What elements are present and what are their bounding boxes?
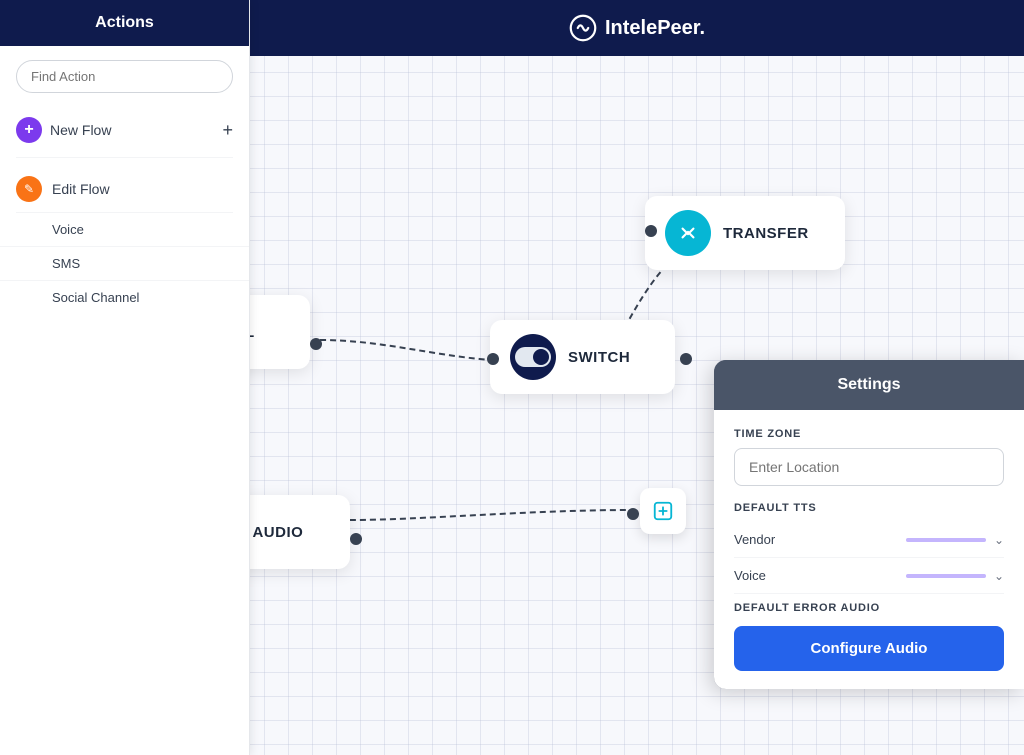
switch-label: SWITCH	[568, 349, 630, 366]
logo-icon	[569, 14, 597, 42]
settings-body: TIME ZONE DEFAULT TTS Vendor ⌄ Voice ⌄ D…	[714, 410, 1024, 689]
default-error-label: DEFAULT ERROR AUDIO	[734, 602, 1004, 614]
edit-flow-icon: ✎	[16, 176, 42, 202]
logo: IntelePeer.	[569, 14, 705, 42]
sidebar-title: Actions	[95, 14, 154, 32]
vendor-right: ⌄	[906, 533, 1004, 547]
switch-toggle	[515, 347, 551, 367]
vendor-chevron-icon[interactable]: ⌄	[994, 533, 1004, 547]
default-tts-label: DEFAULT TTS	[734, 502, 1004, 514]
vendor-label: Vendor	[734, 532, 775, 547]
settings-panel: Settings TIME ZONE DEFAULT TTS Vendor ⌄ …	[714, 360, 1024, 689]
playaudio-dot-right	[350, 533, 362, 545]
configure-audio-button[interactable]: Configure Audio	[734, 626, 1004, 671]
switch-dot-right	[680, 353, 692, 365]
voice-label: Voice	[734, 568, 766, 583]
sidebar-search-container	[0, 46, 249, 107]
transfer-icon	[665, 210, 711, 256]
settings-title: Settings	[837, 376, 900, 393]
transfer-node[interactable]: TRANSFER	[645, 196, 845, 270]
timezone-label: TIME ZONE	[734, 428, 1004, 440]
new-flow-row[interactable]: + New Flow +	[0, 107, 249, 157]
transfer-label: TRANSFER	[723, 225, 809, 242]
sidebar-header: Actions	[0, 0, 249, 46]
sidebar-item-voice[interactable]: Voice	[0, 213, 249, 246]
voice-chevron-icon[interactable]: ⌄	[994, 569, 1004, 583]
mystery-node[interactable]	[640, 488, 686, 534]
vendor-bar	[906, 538, 986, 542]
search-input[interactable]	[16, 60, 233, 93]
voice-right: ⌄	[906, 569, 1004, 583]
sidebar: Actions + New Flow + ✎ Edit Flow Voice S…	[0, 0, 250, 755]
new-flow-icon: +	[16, 117, 42, 143]
transfer-dot-left	[645, 225, 657, 237]
timezone-input[interactable]	[734, 448, 1004, 486]
sidebar-item-social-channel[interactable]: Social Channel	[0, 280, 249, 314]
settings-header: Settings	[714, 360, 1024, 410]
new-flow-label: New Flow	[50, 122, 214, 138]
voice-bar	[906, 574, 986, 578]
edit-flow-row[interactable]: ✎ Edit Flow	[0, 166, 249, 212]
switch-icon	[510, 334, 556, 380]
edit-flow-label: Edit Flow	[52, 181, 110, 197]
switch-node[interactable]: SWITCH	[490, 320, 675, 394]
new-flow-plus-icon[interactable]: +	[222, 120, 233, 141]
switch-dot-left	[487, 353, 499, 365]
icall-dot-right	[310, 338, 322, 350]
voice-row: Voice ⌄	[734, 558, 1004, 594]
sidebar-section: ✎ Edit Flow Voice SMS Social Channel	[0, 158, 249, 322]
mystery-dot-left	[627, 508, 639, 520]
navbar: IntelePeer.	[250, 0, 1024, 56]
sidebar-item-sms[interactable]: SMS	[0, 246, 249, 280]
logo-text: IntelePeer.	[605, 17, 705, 40]
vendor-row: Vendor ⌄	[734, 522, 1004, 558]
